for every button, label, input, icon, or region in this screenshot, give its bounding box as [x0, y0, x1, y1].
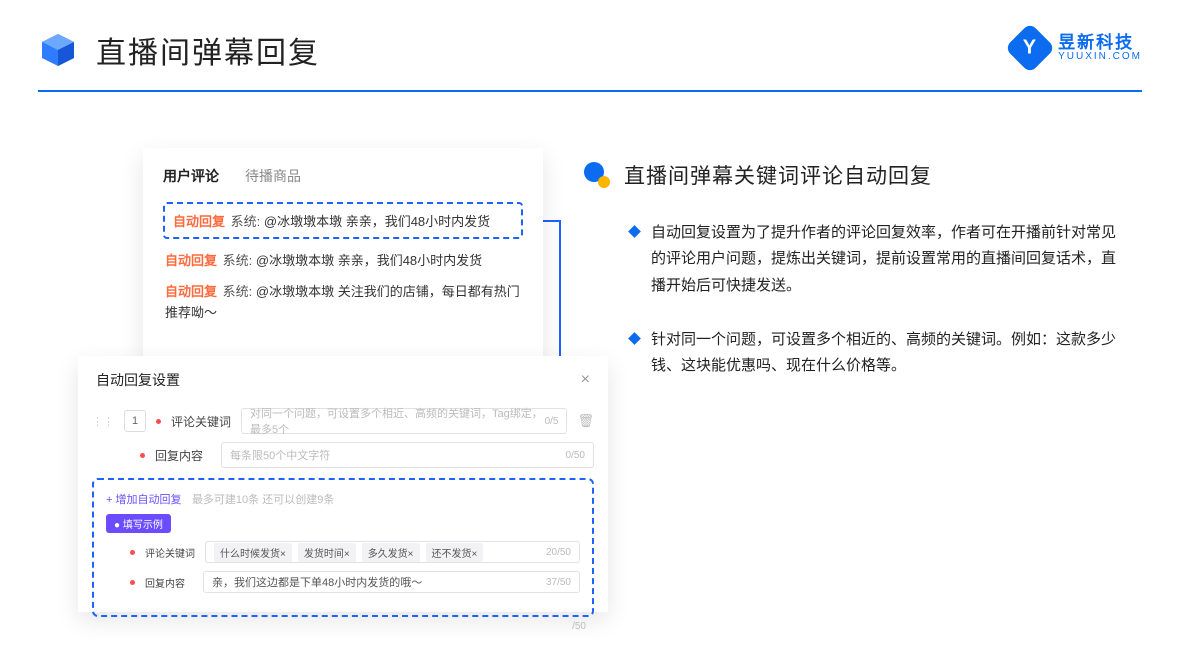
diamond-icon	[628, 332, 641, 345]
tab-user-comments[interactable]: 用户评论	[163, 166, 219, 186]
kw-input[interactable]: 对同一个问题，可设置多个相近、高频的关键词，Tag绑定，最多5个0/5	[241, 408, 567, 434]
diamond-icon	[628, 225, 641, 238]
reply-line: 自动回复 系统: @冰墩墩本墩 关注我们的店铺，每日都有热门推荐呦～	[165, 282, 523, 324]
required-dot-icon	[156, 419, 161, 424]
bullet-item: 针对同一个问题，可设置多个相近的、高频的关键词。例如：这款多少钱、这块能优惠吗、…	[584, 327, 1124, 380]
example-pill: ● 填写示例	[106, 514, 171, 533]
example-tag[interactable]: 还不发货×	[426, 543, 484, 562]
kw-label: 评论关键词	[171, 413, 231, 430]
cube-icon	[38, 30, 78, 70]
page-title: 直播间弹幕回复	[96, 28, 320, 72]
brand: Y 昱新科技 YUUXIN.COM	[1012, 30, 1142, 66]
brand-en: YUUXIN.COM	[1058, 51, 1142, 62]
reply-line: 自动回复 系统: @冰墩墩本墩 亲亲，我们48小时内发货	[165, 251, 523, 272]
right-pane: 直播间弹幕关键词评论自动回复 自动回复设置为了提升作者的评论回复效率，作者可在开…	[584, 160, 1124, 407]
required-dot-icon	[130, 580, 135, 585]
add-reply-link[interactable]: + 增加自动回复	[106, 494, 181, 506]
content-label: 回复内容	[155, 447, 211, 464]
trash-icon[interactable]: 🗑	[577, 413, 594, 429]
example-kw-input[interactable]: 什么时候发货×发货时间×多久发货×还不发货×20/50	[205, 541, 580, 563]
example-tag[interactable]: 什么时候发货×	[214, 543, 292, 562]
example-tag[interactable]: 多久发货×	[362, 543, 420, 562]
tab-pending-goods[interactable]: 待播商品	[245, 166, 301, 186]
example-box: + 增加自动回复 最多可建10条 还可以创建9条 ● 填写示例 评论关键词 什么…	[92, 478, 594, 617]
add-reply-sub: 最多可建10条 还可以创建9条	[192, 494, 334, 506]
bullet-item: 自动回复设置为了提升作者的评论回复效率，作者可在开播前针对常见的评论用户问题，提…	[584, 220, 1124, 299]
divider	[38, 90, 1142, 92]
required-dot-icon	[140, 453, 145, 458]
bubble-icon	[584, 162, 610, 188]
section-title: 直播间弹幕关键词评论自动回复	[624, 160, 932, 190]
settings-card: 自动回复设置 × ⋮⋮ 1 评论关键词 对同一个问题，可设置多个相近、高频的关键…	[78, 356, 608, 612]
content-input[interactable]: 每条限50个中文字符0/50	[221, 442, 594, 468]
example-tag[interactable]: 发货时间×	[298, 543, 356, 562]
brand-cn: 昱新科技	[1058, 34, 1142, 51]
stray-count: /50	[92, 617, 594, 632]
brand-logo-icon: Y	[1005, 23, 1056, 74]
header: 直播间弹幕回复	[0, 0, 1180, 90]
highlighted-reply: 自动回复 系统: @冰墩墩本墩 亲亲，我们48小时内发货	[163, 202, 523, 239]
example-content-input[interactable]: 亲，我们这边都是下单48小时内发货的哦～37/50	[203, 571, 580, 593]
screenshot-stack: 用户评论 待播商品 自动回复 系统: @冰墩墩本墩 亲亲，我们48小时内发货 自…	[38, 148, 548, 618]
drag-icon[interactable]: ⋮⋮	[92, 415, 114, 428]
settings-title: 自动回复设置	[96, 370, 180, 390]
required-dot-icon	[130, 550, 135, 555]
order-badge: 1	[124, 410, 146, 432]
comment-tabs: 用户评论 待播商品	[163, 166, 523, 186]
comments-card: 用户评论 待播商品 自动回复 系统: @冰墩墩本墩 亲亲，我们48小时内发货 自…	[143, 148, 543, 376]
